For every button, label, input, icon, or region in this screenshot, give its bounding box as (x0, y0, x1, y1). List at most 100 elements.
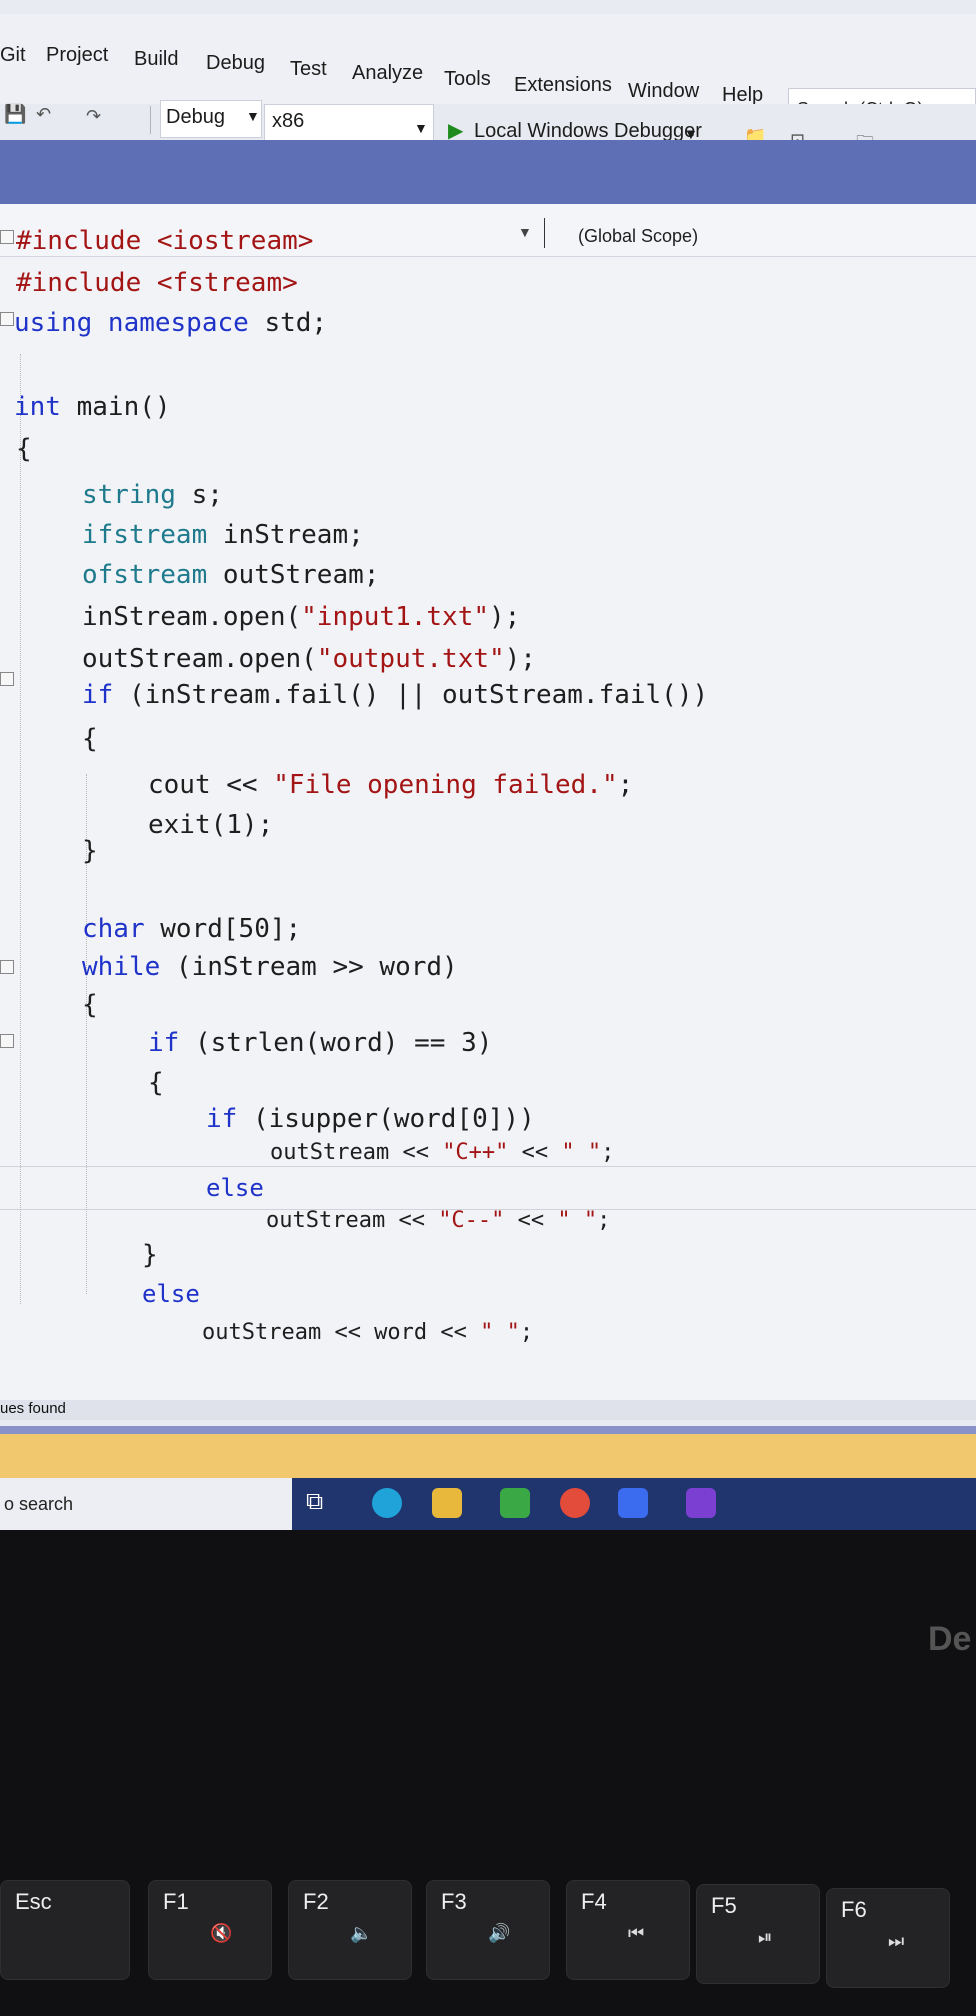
code-line: } (82, 836, 98, 866)
string-literal: "input1.txt" (301, 602, 489, 632)
menu-test[interactable]: Test (290, 58, 327, 81)
fold-toggle[interactable] (0, 1034, 14, 1048)
chevron-down-icon[interactable]: ▼ (518, 224, 532, 240)
code-text: outStream.open( (82, 644, 317, 674)
keyword: else (142, 1280, 200, 1308)
save-icon[interactable]: 💾 (4, 104, 26, 125)
mute-icon: 🔇 (210, 1923, 233, 1943)
menu-tools[interactable]: Tools (444, 68, 491, 91)
fold-toggle[interactable] (0, 230, 14, 244)
string-literal: " " (557, 1208, 598, 1233)
key-f1[interactable]: F1 🔇 (148, 1880, 272, 1980)
undo-icon[interactable]: ↶ (36, 104, 51, 125)
key-label: Esc (15, 1889, 52, 1914)
code-line: else (142, 1280, 200, 1308)
brand-logo: De (928, 1620, 972, 1658)
visual-studio-icon[interactable] (686, 1488, 716, 1518)
key-label: F6 (841, 1897, 867, 1922)
code-editor[interactable]: ▼ (Global Scope) #include <iostream> #in… (0, 204, 976, 1404)
code-text: outStream << (270, 1140, 443, 1165)
code-text: cout << (148, 770, 274, 800)
chevron-down-icon[interactable]: ▼ (246, 108, 260, 124)
code-text: std; (248, 308, 328, 338)
platform-value: x86 (272, 110, 305, 132)
code-line: outStream.open("output.txt"); (82, 644, 536, 674)
status-strip (0, 1400, 976, 1420)
code-text: ; (519, 1320, 534, 1345)
divider (544, 218, 545, 248)
code-line: if (isupper(word[0])) (206, 1104, 535, 1134)
code-text: inStream.open( (82, 602, 302, 632)
indent-guide (20, 354, 21, 1304)
volume-up-icon: 🔊 (488, 1923, 511, 1943)
code-text: (inStream.fail() || outStream.fail()) (113, 680, 709, 710)
code-text: (isupper(word[0])) (237, 1104, 535, 1134)
code-line: int main() (14, 392, 171, 422)
key-label: F3 (441, 1889, 467, 1914)
code-line: else (206, 1174, 264, 1202)
menu-git[interactable]: Git (0, 44, 26, 67)
code-line: if (strlen(word) == 3) (148, 1028, 492, 1058)
code-line: { (16, 434, 32, 464)
menu-window[interactable]: Window (628, 80, 699, 103)
string-literal: "C++" (442, 1140, 509, 1165)
type-name: string (82, 480, 176, 510)
code-line: inStream.open("input1.txt"); (82, 602, 520, 632)
key-f2[interactable]: F2 🔈 (288, 1880, 412, 1980)
code-line: { (82, 990, 98, 1020)
keyword: using namespace (14, 308, 249, 338)
code-line: ofstream outStream; (82, 560, 379, 590)
code-line: } (142, 1240, 158, 1270)
next-track-icon: ⏭ (888, 1931, 905, 1951)
code-text: << (508, 1140, 562, 1165)
keyword: char (82, 914, 145, 944)
menu-extensions[interactable]: Extensions (514, 74, 612, 97)
code-text: outStream << word << (202, 1320, 481, 1345)
code-line: outStream << "C++" << " "; (270, 1140, 614, 1165)
file-explorer-icon[interactable] (432, 1488, 462, 1518)
key-f3[interactable]: F3 🔊 (426, 1880, 550, 1980)
code-text: s; (175, 480, 223, 510)
keyboard: Esc F1 🔇 F2 🔈 F3 🔊 F4 ⏮ F5 ⏯ F6 ⏭ (0, 1530, 976, 2016)
key-esc[interactable]: Esc (0, 1880, 130, 1980)
code-text: ); (489, 602, 521, 632)
fold-toggle[interactable] (0, 672, 14, 686)
code-text: << (504, 1208, 558, 1233)
code-line: outStream << "C--" << " "; (266, 1208, 610, 1233)
key-f6[interactable]: F6 ⏭ (826, 1888, 950, 1988)
code-line: using namespace std; (14, 308, 327, 338)
taskbar-search[interactable]: o search (0, 1478, 292, 1530)
code-line: cout << "File opening failed."; (148, 770, 633, 800)
menu-analyze[interactable]: Analyze (352, 62, 423, 85)
menu-build[interactable]: Build (134, 48, 178, 71)
key-label: F2 (303, 1889, 329, 1914)
issues-indicator[interactable]: ues found (0, 1400, 66, 1417)
string-literal: " " (561, 1140, 602, 1165)
key-label: F1 (163, 1889, 189, 1914)
code-text: (strlen(word) == 3) (179, 1028, 493, 1058)
edge-icon[interactable] (372, 1488, 402, 1518)
redo-icon[interactable]: ↷ (86, 106, 101, 127)
string-literal: "File opening failed." (273, 770, 618, 800)
menu-debug[interactable]: Debug (206, 52, 265, 75)
app-icon[interactable] (500, 1488, 530, 1518)
code-line: while (inStream >> word) (82, 952, 458, 982)
key-f5[interactable]: F5 ⏯ (696, 1884, 820, 1984)
scope-dropdown[interactable]: (Global Scope) (578, 226, 698, 247)
key-f4[interactable]: F4 ⏮ (566, 1880, 690, 1980)
fold-toggle[interactable] (0, 960, 14, 974)
code-line: ifstream inStream; (82, 520, 364, 550)
chevron-down-icon[interactable]: ▼ (414, 120, 428, 136)
menu-project[interactable]: Project (46, 44, 108, 67)
status-bar (0, 1426, 976, 1478)
task-view-icon[interactable]: ⧉ (306, 1488, 336, 1518)
string-literal: "C--" (438, 1208, 505, 1233)
type-name: ifstream (82, 520, 208, 550)
zoom-icon[interactable] (618, 1488, 648, 1518)
code-text: outStream << (266, 1208, 439, 1233)
chrome-icon[interactable] (560, 1488, 590, 1518)
code-line: outStream << word << " "; (202, 1320, 533, 1345)
fold-toggle[interactable] (0, 312, 14, 326)
code-line: #include <fstream> (16, 268, 298, 298)
code-text: ; (597, 1208, 611, 1233)
